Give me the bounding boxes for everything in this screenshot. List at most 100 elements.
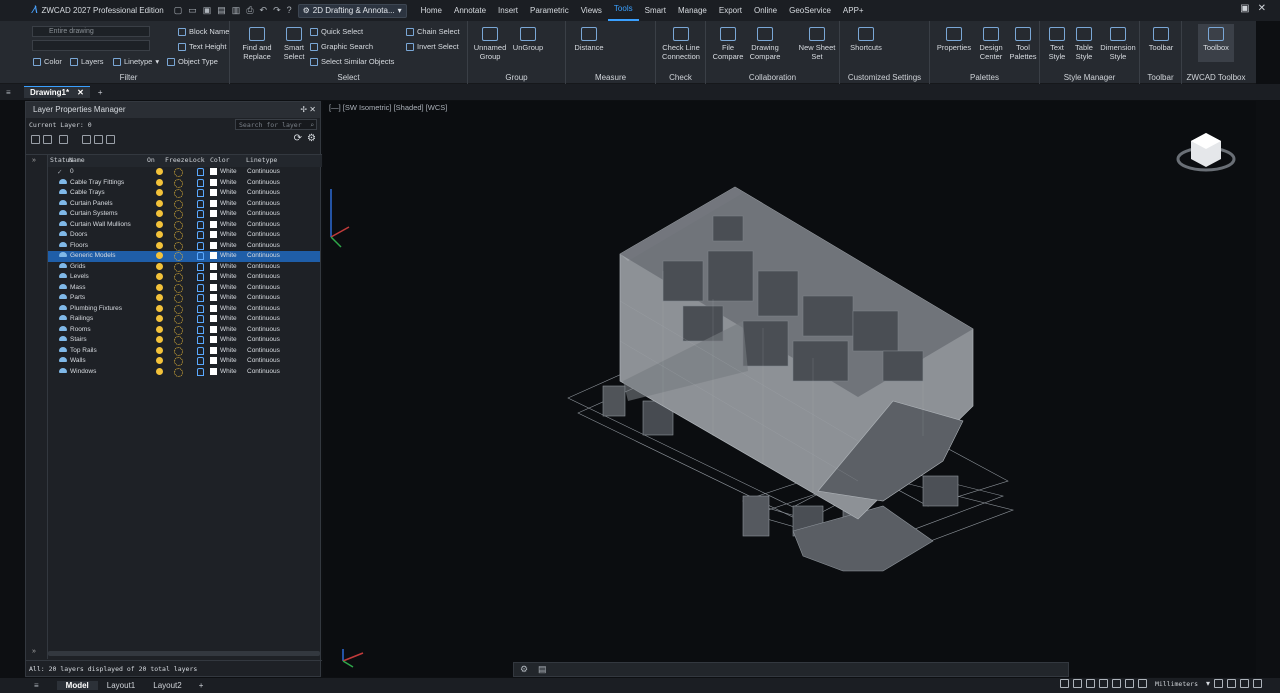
col-linetype[interactable]: Linetype <box>246 156 277 164</box>
refresh-icon[interactable]: ⟳ <box>294 133 302 144</box>
layer-linetype[interactable]: Continuous <box>247 336 280 343</box>
layer-row[interactable]: Stairs White Continuous <box>48 335 320 346</box>
new-sheet-set-button[interactable]: New Sheet Set <box>798 27 836 61</box>
unlock-icon[interactable] <box>197 304 204 313</box>
color-swatch[interactable] <box>210 367 217 375</box>
color-swatch[interactable] <box>210 273 217 280</box>
customized-panel-title[interactable]: Customized Settings <box>840 73 929 82</box>
layout-menu-icon[interactable]: ≡ <box>34 681 39 690</box>
lightbulb-icon[interactable] <box>156 294 163 301</box>
sun-icon[interactable] <box>174 294 183 303</box>
layer-color[interactable]: White <box>220 294 237 301</box>
sun-icon[interactable] <box>174 336 183 345</box>
text-height-button[interactable]: Text Height <box>178 42 227 51</box>
color-swatch[interactable] <box>210 325 217 333</box>
color-swatch[interactable] <box>210 252 217 259</box>
layer-states-icon[interactable] <box>59 135 68 144</box>
menu-home[interactable]: Home <box>415 0 448 21</box>
layer-linetype[interactable]: Continuous <box>247 189 280 196</box>
sun-icon[interactable] <box>174 241 183 251</box>
layer-color[interactable]: White <box>220 189 237 196</box>
lightbulb-icon[interactable] <box>156 168 163 175</box>
redo-icon[interactable]: ↷ <box>273 5 281 16</box>
lightbulb-icon[interactable] <box>156 220 163 228</box>
quick-select-button[interactable]: Quick Select <box>310 27 363 36</box>
new-layout-icon[interactable]: + <box>199 681 204 690</box>
drawing-compare-button[interactable]: Drawing Compare <box>746 27 784 61</box>
color-swatch[interactable] <box>210 189 217 196</box>
print-icon[interactable]: ⎙ <box>246 5 253 16</box>
text-style-button[interactable]: Text Style <box>1042 27 1072 61</box>
design-center-button[interactable]: Design Center <box>974 27 1008 61</box>
find-replace-button[interactable]: Find and Replace <box>235 27 279 61</box>
workspace-switcher[interactable]: ⚙ 2D Drafting & Annota... ▾ <box>297 3 407 18</box>
workspace-icon[interactable] <box>1227 679 1236 688</box>
layer-color[interactable]: White <box>220 221 237 228</box>
sun-icon[interactable] <box>174 199 183 209</box>
sun-icon[interactable] <box>174 189 183 198</box>
layer-linetype[interactable]: Continuous <box>247 294 280 301</box>
restore-icon[interactable]: ▣ <box>1240 3 1249 14</box>
layer-row[interactable]: Top Rails White Continuous <box>48 346 320 357</box>
unlock-icon[interactable] <box>197 357 204 365</box>
layer-color[interactable]: White <box>220 263 237 270</box>
block-name-button[interactable]: Block Name <box>178 27 229 36</box>
palettes-panel-title[interactable]: Palettes <box>930 73 1039 82</box>
color-swatch[interactable] <box>210 315 217 322</box>
lightbulb-icon[interactable] <box>156 252 163 259</box>
graphic-search-button[interactable]: Graphic Search <box>310 42 373 51</box>
linetype-filter-button[interactable]: Linetype ▾ <box>113 57 159 66</box>
color-swatch[interactable] <box>210 241 217 249</box>
layer-linetype[interactable]: Continuous <box>247 273 280 280</box>
layout-tab-layout1[interactable]: Layout1 <box>98 681 144 690</box>
new-layer-filter-icon[interactable] <box>31 135 40 144</box>
chain-select-button[interactable]: Chain Select <box>406 27 460 36</box>
menu-smart[interactable]: Smart <box>639 0 672 21</box>
layout-tab-layout2[interactable]: Layout2 <box>144 681 190 690</box>
color-swatch[interactable] <box>210 220 217 228</box>
layers-filter-button[interactable]: Layers <box>70 57 104 66</box>
lightbulb-icon[interactable] <box>156 283 163 291</box>
unlock-icon[interactable] <box>197 210 204 218</box>
menu-export[interactable]: Export <box>713 0 748 21</box>
unlock-icon[interactable] <box>197 283 204 292</box>
group-filter-icon[interactable] <box>43 135 52 144</box>
layer-row[interactable]: Windows White Continuous <box>48 367 320 378</box>
layer-search-input[interactable]: Search for layer ⌕ <box>235 119 317 130</box>
filter-scope-combo[interactable]: Entire drawing <box>32 26 150 37</box>
color-swatch[interactable] <box>210 199 217 207</box>
viewcube-icon[interactable] <box>1176 133 1236 172</box>
lightbulb-icon[interactable] <box>156 178 163 186</box>
layer-linetype[interactable]: Continuous <box>247 326 280 333</box>
grid-icon[interactable] <box>1072 679 1082 688</box>
layer-row[interactable]: Mass White Continuous <box>48 283 320 294</box>
drawing-viewport[interactable]: [—] [SW Isometric] [Shaded] [WCS] <box>323 101 1256 677</box>
table-style-button[interactable]: Table Style <box>1070 27 1098 61</box>
layer-color[interactable]: White <box>220 357 237 364</box>
lightbulb-icon[interactable] <box>156 273 163 280</box>
layer-linetype[interactable]: Continuous <box>247 200 280 207</box>
ungroup-button[interactable]: UnGroup <box>510 27 546 52</box>
layer-color[interactable]: White <box>220 200 237 207</box>
layer-linetype[interactable]: Continuous <box>247 221 280 228</box>
help-icon[interactable]: ? <box>287 5 292 16</box>
filter-panel-title[interactable]: Filter <box>28 73 229 82</box>
layer-linetype[interactable]: Continuous <box>247 368 280 375</box>
lightbulb-icon[interactable] <box>156 325 163 333</box>
command-settings-icon[interactable]: ⚙ <box>520 664 528 675</box>
select-similar-button[interactable]: Select Similar Objects <box>310 57 394 66</box>
layer-color[interactable]: White <box>220 305 237 312</box>
layer-row[interactable]: Plumbing Fixtures White Continuous <box>48 304 320 315</box>
sun-icon[interactable] <box>174 231 183 240</box>
select-panel-title[interactable]: Select <box>230 73 467 82</box>
lightbulb-icon[interactable] <box>156 231 163 238</box>
layer-linetype[interactable]: Continuous <box>247 284 280 291</box>
layer-linetype[interactable]: Continuous <box>247 168 280 175</box>
shortcuts-button[interactable]: Shortcuts <box>846 27 886 52</box>
sun-icon[interactable] <box>174 262 183 272</box>
col-on[interactable]: On <box>147 156 155 164</box>
toolbar-button[interactable]: Toolbar <box>1142 27 1180 52</box>
lightbulb-icon[interactable] <box>156 304 163 312</box>
layer-row[interactable]: Parts White Continuous <box>48 293 320 304</box>
lightbulb-icon[interactable] <box>156 367 163 375</box>
